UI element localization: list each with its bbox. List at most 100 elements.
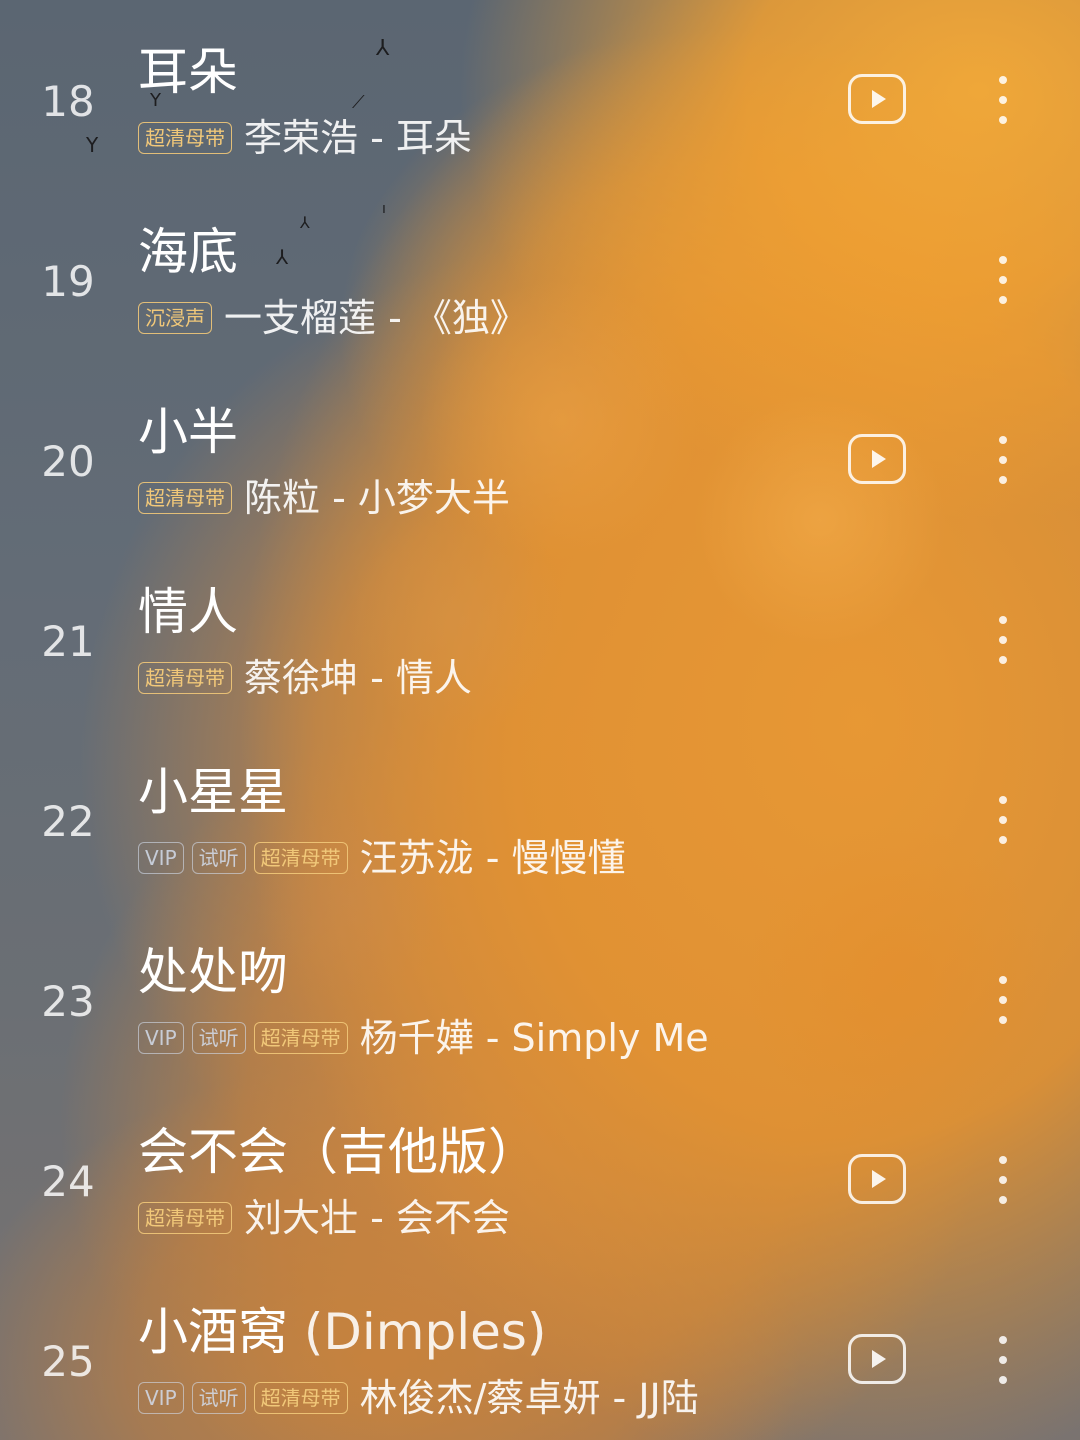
song-index: 19	[41, 257, 95, 306]
quality-badge: 超清母带	[253, 842, 348, 874]
more-dot	[999, 816, 1007, 824]
quality-badge: 超清母带	[138, 1202, 232, 1234]
more-dot	[999, 76, 1007, 84]
song-meta: VIP 试听 超清母带 杨千嬅 - Simply Me	[138, 1016, 709, 1060]
more-dot	[999, 1156, 1007, 1164]
song-row[interactable]: 19 海底沉浸声 一支榴莲 - 《独》	[0, 180, 1080, 360]
song-index: 24	[41, 1157, 95, 1206]
song-title: 小酒窝 (Dimples)	[138, 1302, 546, 1362]
quality-badge: 超清母带	[253, 1382, 348, 1414]
song-meta: 超清母带 陈粒 - 小梦大半	[138, 476, 510, 520]
song-title: 会不会（吉他版）	[138, 1122, 538, 1182]
song-meta: 超清母带 蔡徐坤 - 情人	[138, 656, 472, 700]
song-index: 22	[41, 797, 95, 846]
quality-badge: 超清母带	[138, 662, 232, 694]
more-dot	[999, 1176, 1007, 1184]
song-title-text: 小星星	[138, 763, 288, 821]
song-artist-album: 汪苏泷 - 慢慢懂	[359, 836, 626, 880]
song-title: 小星星	[138, 762, 288, 822]
song-meta: VIP 试听 超清母带 汪苏泷 - 慢慢懂	[138, 836, 626, 880]
song-artist-album: 杨千嬅 - Simply Me	[359, 1016, 709, 1060]
song-title-text: 会不会（吉他版）	[138, 1123, 538, 1181]
song-title: 小半	[138, 402, 238, 462]
song-row[interactable]: 23 处处吻 VIP 试听 超清母带 杨千嬅 - Simply Me	[0, 900, 1080, 1080]
song-title: 情人	[138, 582, 238, 642]
more-dot	[999, 976, 1007, 984]
song-index: 25	[41, 1337, 95, 1386]
vip-badge: VIP	[138, 842, 184, 874]
vip-badge: 试听	[191, 842, 246, 874]
song-row[interactable]: 24 会不会（吉他版） 超清母带 刘大壮 - 会不会	[0, 1080, 1080, 1260]
song-meta: 超清母带 李荣浩 - 耳朵	[138, 116, 472, 160]
more-dot	[999, 456, 1007, 464]
song-title: 耳朵	[138, 42, 238, 102]
song-index: 18	[41, 77, 95, 126]
more-dot	[999, 1356, 1007, 1364]
song-title-text: 海底	[138, 223, 238, 281]
song-title-text: 处处吻	[138, 943, 288, 1001]
quality-badge: 超清母带	[253, 1022, 348, 1054]
more-dot	[999, 476, 1007, 484]
song-title: 海底	[138, 222, 238, 282]
song-row[interactable]: 21 情人超清母带 蔡徐坤 - 情人	[0, 540, 1080, 720]
song-index: 23	[41, 977, 95, 1026]
vip-badge: VIP	[138, 1022, 184, 1054]
song-index: 21	[41, 617, 95, 666]
quality-badge: 超清母带	[138, 122, 232, 154]
more-vertical-icon[interactable]	[988, 250, 1018, 310]
more-dot	[999, 996, 1007, 1004]
song-artist-album: 一支榴莲 - 《独》	[224, 296, 528, 340]
play-triangle-icon	[872, 450, 886, 468]
more-dot	[999, 1196, 1007, 1204]
song-artist-album: 蔡徐坤 - 情人	[244, 656, 472, 700]
song-artist-album: 陈粒 - 小梦大半	[244, 476, 510, 520]
more-vertical-icon[interactable]	[988, 430, 1018, 490]
song-title-text: 小半	[138, 403, 238, 461]
song-artist-album: 李荣浩 - 耳朵	[244, 116, 472, 160]
play-video-icon[interactable]	[848, 1154, 906, 1204]
song-artist-album: 林俊杰/蔡卓妍 - JJ陆	[359, 1376, 699, 1420]
song-meta: 超清母带 刘大壮 - 会不会	[138, 1196, 510, 1240]
vip-badge: VIP	[138, 1382, 184, 1414]
more-dot	[999, 656, 1007, 664]
song-row[interactable]: 25 小酒窝 (Dimples) VIP 试听 超清母带 林俊杰/蔡卓妍 - JJ陆	[0, 1260, 1080, 1440]
vip-badge: 试听	[191, 1022, 246, 1054]
song-index: 20	[41, 437, 95, 486]
play-video-icon[interactable]	[848, 74, 906, 124]
song-artist-album: 刘大壮 - 会不会	[244, 1196, 510, 1240]
song-title-text: 情人	[138, 583, 238, 641]
more-vertical-icon[interactable]	[988, 70, 1018, 130]
more-vertical-icon[interactable]	[988, 1330, 1018, 1390]
more-dot	[999, 1376, 1007, 1384]
play-video-icon[interactable]	[848, 1334, 906, 1384]
more-dot	[999, 116, 1007, 124]
play-triangle-icon	[872, 1170, 886, 1188]
quality-badge: 超清母带	[138, 482, 232, 514]
song-list: 18 耳朵 超清母带 李荣浩 - 耳朵 19 海底 沉浸声 一支榴莲 - 《独》 20 小半 超清母…	[0, 0, 1080, 1440]
more-dot	[999, 636, 1007, 644]
song-row[interactable]: 22 小星星 VIP 试听 超清母带 汪苏泷 - 慢慢懂	[0, 720, 1080, 900]
song-row[interactable]: 20 小半超清母带 陈粒 - 小梦大半	[0, 360, 1080, 540]
song-meta: VIP 试听 超清母带 林俊杰/蔡卓妍 - JJ陆	[138, 1376, 699, 1420]
play-video-icon[interactable]	[848, 434, 906, 484]
more-dot	[999, 1016, 1007, 1024]
more-vertical-icon[interactable]	[988, 1150, 1018, 1210]
song-title-text: 小酒窝	[138, 1303, 288, 1361]
more-dot	[999, 256, 1007, 264]
more-dot	[999, 96, 1007, 104]
song-meta: 沉浸声 一支榴莲 - 《独》	[138, 296, 528, 340]
more-vertical-icon[interactable]	[988, 790, 1018, 850]
vip-badge: 试听	[191, 1382, 246, 1414]
song-title: 处处吻	[138, 942, 288, 1002]
play-triangle-icon	[872, 1350, 886, 1368]
more-dot	[999, 1336, 1007, 1344]
more-dot	[999, 796, 1007, 804]
song-row[interactable]: 18 耳朵超清母带 李荣浩 - 耳朵	[0, 0, 1080, 180]
more-dot	[999, 296, 1007, 304]
song-title-text: 耳朵	[138, 43, 238, 101]
more-vertical-icon[interactable]	[988, 610, 1018, 670]
more-dot	[999, 616, 1007, 624]
more-dot	[999, 276, 1007, 284]
more-dot	[999, 836, 1007, 844]
more-vertical-icon[interactable]	[988, 970, 1018, 1030]
